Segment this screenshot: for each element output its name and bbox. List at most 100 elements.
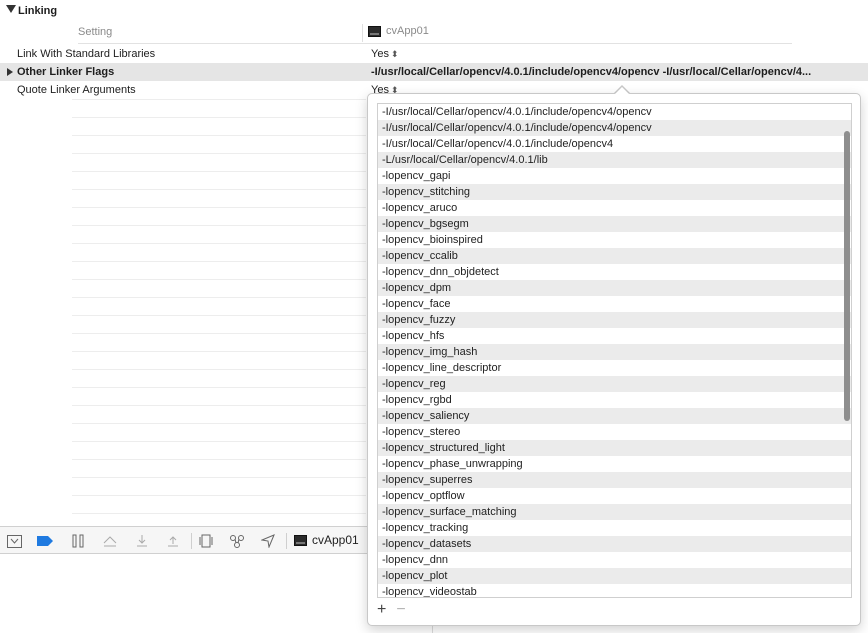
linker-flags-list[interactable]: -I/usr/local/Cellar/opencv/4.0.1/include… (377, 103, 852, 598)
setting-row-link-standard-libraries[interactable]: Link With Standard Libraries Yes ⬍ (0, 45, 868, 63)
list-item[interactable]: -I/usr/local/Cellar/opencv/4.0.1/include… (378, 120, 851, 136)
grid-row-line (72, 243, 366, 244)
setting-value-popup[interactable]: Yes ⬍ (371, 48, 399, 60)
list-item[interactable]: -I/usr/local/Cellar/opencv/4.0.1/include… (378, 104, 851, 120)
list-item[interactable]: -I/usr/local/Cellar/opencv/4.0.1/include… (378, 136, 851, 152)
grid-row-line (72, 513, 366, 514)
grid-row-line (72, 477, 366, 478)
scheme-selector[interactable]: cvApp01 (294, 533, 359, 547)
debug-console-area (0, 554, 368, 633)
list-item[interactable]: -lopencv_aruco (378, 200, 851, 216)
header-divider (78, 43, 792, 44)
list-item[interactable]: -lopencv_saliency (378, 408, 851, 424)
pause-icon[interactable] (70, 533, 86, 549)
scrollbar-thumb[interactable] (844, 131, 850, 421)
list-item[interactable]: -L/usr/local/Cellar/opencv/4.0.1/lib (378, 152, 851, 168)
list-item[interactable]: -lopencv_stereo (378, 424, 851, 440)
grid-row-line (72, 495, 366, 496)
target-column-header: cvApp01 (368, 25, 429, 37)
grid-row-line (72, 117, 366, 118)
list-item[interactable]: -lopencv_optflow (378, 488, 851, 504)
grid-row-line (72, 171, 366, 172)
grid-row-line (72, 459, 366, 460)
list-item[interactable]: -lopencv_videostab (378, 584, 851, 597)
list-item[interactable]: -lopencv_line_descriptor (378, 360, 851, 376)
breakpoints-toggle-icon[interactable] (37, 533, 53, 549)
expand-triangle-icon[interactable] (7, 68, 13, 76)
grid-row-line (72, 99, 366, 100)
grid-row-line (72, 207, 366, 208)
step-out-icon[interactable] (165, 533, 181, 549)
list-item[interactable]: -lopencv_hfs (378, 328, 851, 344)
step-over-icon[interactable] (102, 533, 118, 549)
list-item[interactable]: -lopencv_superres (378, 472, 851, 488)
hide-debug-area-icon[interactable] (6, 533, 22, 549)
linker-flags-popover: -I/usr/local/Cellar/opencv/4.0.1/include… (367, 93, 861, 626)
grid-row-line (72, 369, 366, 370)
list-item[interactable]: -lopencv_tracking (378, 520, 851, 536)
toolbar-separator (286, 533, 287, 549)
list-item[interactable]: -lopencv_plot (378, 568, 851, 584)
scheme-name: cvApp01 (312, 533, 359, 547)
debug-bar: cvApp01 (0, 526, 368, 554)
grid-row-line (72, 441, 366, 442)
grid-row-line (72, 387, 366, 388)
grid-row-line (72, 423, 366, 424)
add-flag-button[interactable]: + (377, 602, 386, 618)
remove-flag-button[interactable]: − (396, 602, 405, 618)
list-item[interactable]: -lopencv_fuzzy (378, 312, 851, 328)
list-item[interactable]: -lopencv_rgbd (378, 392, 851, 408)
list-item[interactable]: -lopencv_dpm (378, 280, 851, 296)
linking-section-header[interactable]: Linking (0, 0, 868, 22)
list-item[interactable]: -lopencv_img_hash (378, 344, 851, 360)
grid-row-line (72, 315, 366, 316)
grid-row-line (72, 279, 366, 280)
list-item[interactable]: -lopencv_dnn (378, 552, 851, 568)
grid-row-line (72, 225, 366, 226)
list-item[interactable]: -lopencv_bgsegm (378, 216, 851, 232)
list-item[interactable]: -lopencv_gapi (378, 168, 851, 184)
popover-arrow-fill (614, 86, 630, 95)
list-item[interactable]: -lopencv_bioinspired (378, 232, 851, 248)
grid-row-line (72, 261, 366, 262)
grid-row-line (72, 351, 366, 352)
setting-label: Quote Linker Arguments (17, 84, 136, 96)
setting-label: Other Linker Flags (17, 66, 115, 78)
scrollbar[interactable] (842, 104, 851, 597)
list-item[interactable]: -lopencv_surface_matching (378, 504, 851, 520)
list-item[interactable]: -lopencv_dnn_objdetect (378, 264, 851, 280)
disclosure-triangle-icon[interactable] (6, 5, 16, 13)
terminal-target-icon (294, 534, 307, 546)
location-simulate-icon[interactable] (260, 533, 276, 549)
list-item[interactable]: -lopencv_reg (378, 376, 851, 392)
setting-value: Yes (371, 48, 389, 60)
memory-graph-icon[interactable] (229, 533, 245, 549)
list-item[interactable]: -lopencv_datasets (378, 536, 851, 552)
list-item[interactable]: -lopencv_stitching (378, 184, 851, 200)
list-item[interactable]: -lopencv_face (378, 296, 851, 312)
view-hierarchy-icon[interactable] (198, 533, 214, 549)
list-item[interactable]: -lopencv_phase_unwrapping (378, 456, 851, 472)
list-item[interactable]: -lopencv_structured_light (378, 440, 851, 456)
setting-label: Link With Standard Libraries (17, 48, 156, 60)
grid-row-line (72, 153, 366, 154)
grid-row-line (72, 405, 366, 406)
grid-row-line (72, 297, 366, 298)
list-item[interactable]: -lopencv_ccalib (378, 248, 851, 264)
setting-value[interactable]: -I/usr/local/Cellar/opencv/4.0.1/include… (371, 66, 811, 78)
step-into-icon[interactable] (134, 533, 150, 549)
section-title: Linking (18, 5, 58, 17)
target-name: cvApp01 (386, 25, 429, 37)
column-header: Setting cvApp01 (0, 22, 868, 44)
terminal-target-icon (368, 25, 381, 37)
grid-row-line (72, 135, 366, 136)
setting-row-other-linker-flags[interactable]: Other Linker Flags -I/usr/local/Cellar/o… (0, 63, 868, 81)
updown-chevron-icon: ⬍ (390, 49, 399, 59)
column-divider (362, 24, 363, 42)
grid-row-line (72, 189, 366, 190)
list-items: -I/usr/local/Cellar/opencv/4.0.1/include… (378, 104, 851, 597)
toolbar-separator (191, 533, 192, 549)
setting-column-label: Setting (78, 26, 113, 38)
grid-row-line (72, 333, 366, 334)
popover-footer: + − (377, 602, 406, 618)
